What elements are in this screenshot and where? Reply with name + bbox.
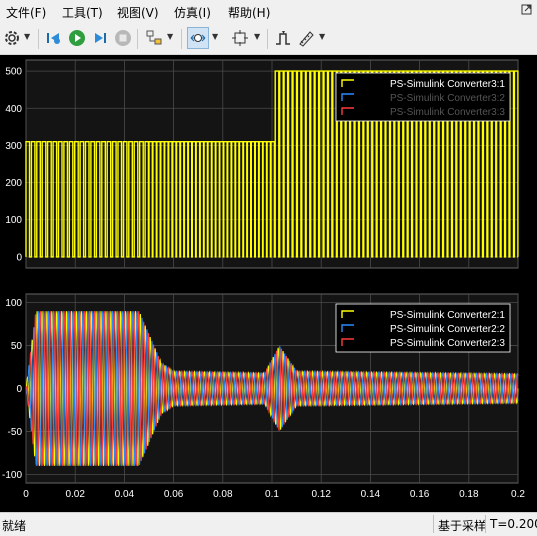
x-tick-label: 0.06 [164,489,184,500]
scope-plot-area: 500 400 300 200 100 0 100 50 0 -50 -100 0 0.02 0.04 0.… [0,55,537,512]
x-tick-label: 0.02 [65,489,85,500]
y-tick-label: 200 [5,178,22,189]
highlight-model-icon[interactable] [144,28,164,48]
y-tick-label: 0 [16,384,22,395]
toolbar-separator [267,29,268,49]
legend-entry: PS-Simulink Converter3:2 [390,93,505,104]
y-tick-label: 100 [5,298,22,309]
chevron-down-icon[interactable]: ▼ [319,32,327,44]
status-bar: 就绪 基于采样 T=0.200 [0,512,537,536]
y-tick-label: 300 [5,141,22,152]
toolbar: ▼ ▼ ▼ ▼ ▼ [0,24,537,55]
undock-icon[interactable] [520,3,534,17]
legend-1: PS-Simulink Converter3:1 PS-Simulink Conv… [335,72,511,122]
status-ready: 就绪 [2,519,27,533]
menubar: 文件(F) 工具(T) 视图(V) 仿真(I) 帮助(H) [0,0,537,24]
y-tick-label: 100 [5,215,22,226]
y-tick-label: -100 [2,470,22,481]
toolbar-separator [181,29,182,49]
y-tick-label: 0 [16,252,22,263]
y-tick-label: 400 [5,104,22,115]
x-tick-label: 0.04 [115,489,135,500]
menu-tools[interactable]: 工具(T) [62,4,103,21]
legend-entry: PS-Simulink Converter2:1 [390,310,505,321]
gear-icon[interactable] [2,28,22,48]
chevron-down-icon[interactable]: ▼ [254,32,262,44]
x-tick-label: 0.12 [311,489,331,500]
step-back-icon[interactable] [44,28,64,48]
fit-to-view-icon[interactable] [230,28,250,48]
chevron-down-icon[interactable]: ▼ [212,32,220,44]
chevron-down-icon[interactable]: ▼ [24,32,32,44]
x-tick-label: 0.14 [361,489,381,500]
legend-entry: PS-Simulink Converter3:1 [390,79,505,90]
y-tick-label: -50 [8,427,23,438]
legend-entry: PS-Simulink Converter3:3 [390,107,505,118]
y-tick-label: 500 [5,67,22,78]
x-tick-label: 0.08 [213,489,233,500]
scope-display[interactable]: 5004003002001000100500-50-1000 0.02 0.04 0.… [0,55,537,512]
sample-mode-status: 基于采样 [433,515,490,533]
triggers-icon[interactable] [273,28,293,48]
menu-file[interactable]: 文件(F) [6,4,46,21]
legend-entry: PS-Simulink Converter2:2 [390,324,505,335]
menu-simulation[interactable]: 仿真(I) [174,4,211,21]
x-tick-label: 0.16 [410,489,430,500]
x-tick-label: 0.1 [265,489,279,500]
zoom-x-icon[interactable] [187,27,209,49]
y-tick-label: 50 [11,341,23,352]
run-icon[interactable] [67,28,87,48]
sim-time-status: T=0.200 [485,515,537,533]
x-tick-label: 0.2 [511,489,525,500]
toolbar-separator [38,29,39,49]
toolbar-separator [137,29,138,49]
x-tick-label: 0 [23,489,29,500]
legend-entry: PS-Simulink Converter2:3 [390,338,505,349]
step-forward-icon[interactable] [90,28,110,48]
menu-help[interactable]: 帮助(H) [228,4,270,21]
cursor-measurements-icon[interactable] [296,28,316,48]
stop-icon[interactable] [113,28,133,48]
x-tick-label: 0.18 [459,489,479,500]
menu-view[interactable]: 视图(V) [117,4,159,21]
chevron-down-icon[interactable]: ▼ [167,32,175,44]
legend-2: PS-Simulink Converter2:1 PS-Simulink Conv… [335,303,511,353]
